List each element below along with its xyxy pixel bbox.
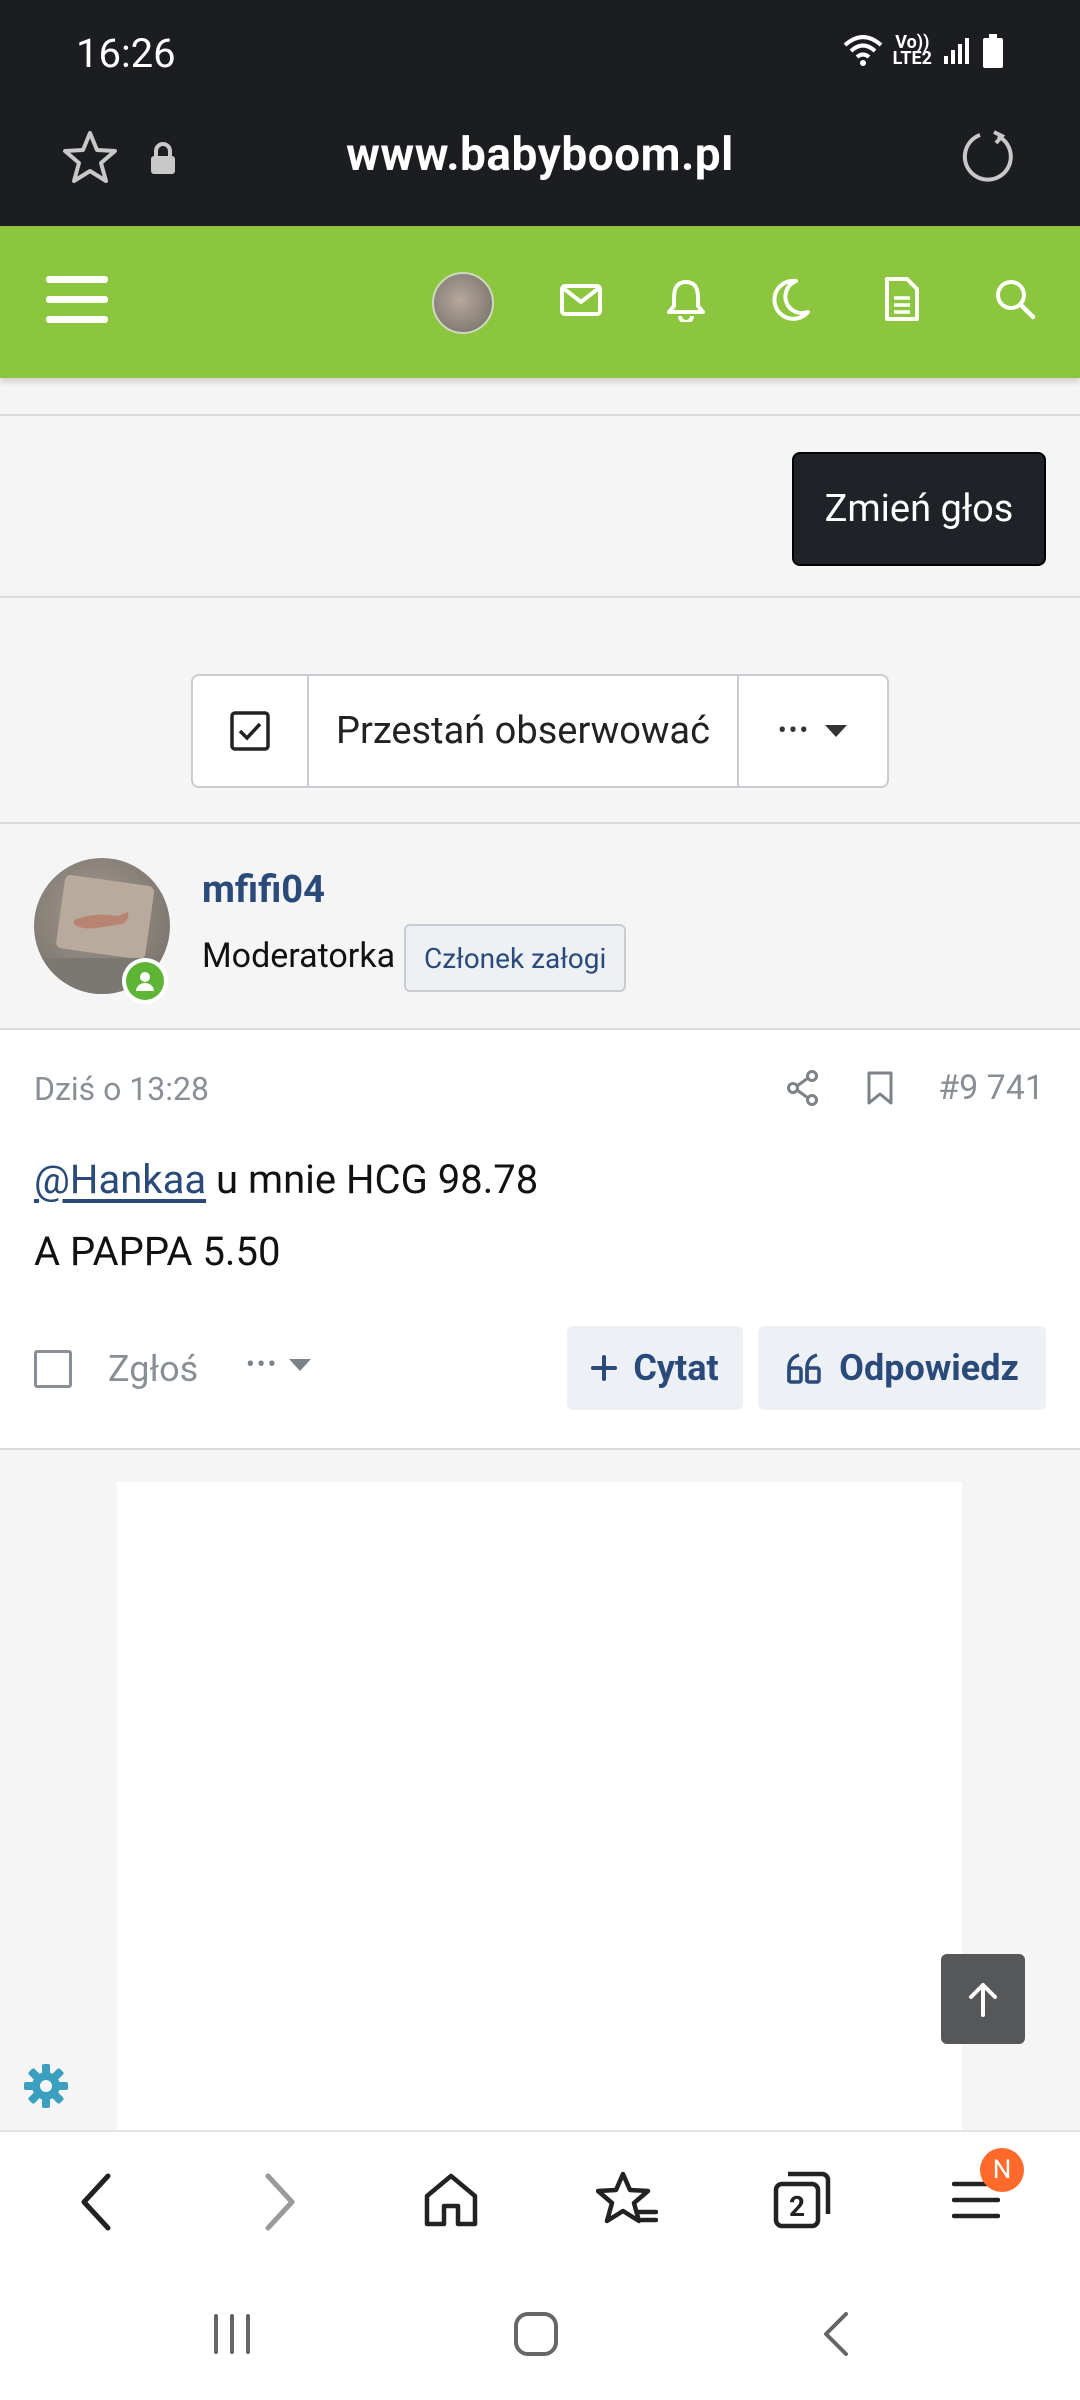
- staff-badge: Członek załogi: [404, 924, 627, 992]
- back-arrow-icon[interactable]: [78, 2172, 114, 2232]
- signal-icon: [944, 38, 969, 64]
- network-type: Vo)) LTE2: [892, 32, 932, 69]
- reload-icon[interactable]: [960, 128, 1018, 186]
- recent-apps-icon[interactable]: [210, 2312, 254, 2356]
- author-username[interactable]: mfifi04: [202, 868, 325, 912]
- follow-toggle[interactable]: [193, 676, 309, 786]
- status-icons: Vo)) LTE2: [843, 34, 1004, 68]
- bookmarks-star-icon[interactable]: [596, 2170, 658, 2230]
- quote-label: Cytat: [633, 1347, 719, 1389]
- browser-bottom-toolbar: 2: [0, 2130, 1080, 2400]
- menu-icon[interactable]: [46, 274, 108, 326]
- mail-icon[interactable]: [560, 284, 602, 316]
- home-icon[interactable]: [422, 2172, 480, 2228]
- bell-icon[interactable]: [666, 278, 706, 322]
- share-icon[interactable]: [786, 1070, 820, 1106]
- bookmark-icon[interactable]: [866, 1070, 894, 1106]
- system-back-icon[interactable]: [820, 2310, 852, 2358]
- moon-icon[interactable]: [770, 278, 810, 322]
- unfollow-button[interactable]: Przestań obserwować: [309, 676, 739, 786]
- document-icon[interactable]: [884, 276, 920, 322]
- online-status-badge: [122, 958, 168, 1004]
- report-link[interactable]: Zgłoś: [108, 1348, 198, 1390]
- post-author-bar: mfifi04 Moderatorka Członek załogi: [0, 822, 1080, 1030]
- more-dots: •••: [777, 716, 811, 746]
- post-body-line-2: A PAPPA 5.50: [34, 1228, 281, 1275]
- poll-section: Zmień głos: [0, 414, 1080, 598]
- post-more-button[interactable]: •••: [246, 1350, 312, 1380]
- post-body-line-1: @Hankaa u mnie HCG 98.78: [34, 1156, 538, 1203]
- arrow-up-icon: [969, 1983, 997, 2017]
- post-body-text-1: u mnie HCG 98.78: [206, 1156, 539, 1203]
- tabs-count: 2: [788, 2189, 806, 2223]
- plus-icon: [591, 1355, 618, 1381]
- header-avatar[interactable]: [432, 272, 494, 334]
- status-time: 16:26: [76, 30, 176, 77]
- change-vote-button[interactable]: Zmień głos: [792, 452, 1046, 566]
- reply-label: Odpowiedz: [839, 1347, 1019, 1389]
- more-dots: •••: [246, 1350, 279, 1380]
- forward-arrow-icon[interactable]: [262, 2172, 298, 2232]
- tabs-button[interactable]: 2: [772, 2168, 834, 2230]
- reply-button[interactable]: Odpowiedz: [758, 1326, 1046, 1410]
- caret-down-icon: [289, 1359, 312, 1371]
- quote-marks-icon: [787, 1353, 821, 1384]
- follow-button-group: Przestań obserwować •••: [191, 674, 889, 788]
- post-number[interactable]: #9 741: [938, 1068, 1044, 1108]
- wifi-icon: [843, 35, 882, 66]
- user-mention-link[interactable]: @Hankaa: [34, 1156, 206, 1203]
- user-online-icon: [136, 972, 154, 991]
- menu-notification-badge: N: [980, 2148, 1024, 2192]
- checkbox-checked-icon: [230, 711, 270, 751]
- ad-placeholder: [117, 1482, 962, 2132]
- select-post-checkbox[interactable]: [34, 1350, 72, 1388]
- battery-icon: [983, 34, 1003, 68]
- home-button-icon[interactable]: [512, 2310, 560, 2358]
- post-date[interactable]: Dziś o 13:28: [34, 1070, 209, 1108]
- quote-button[interactable]: Cytat: [567, 1326, 743, 1410]
- author-role: Moderatorka: [202, 936, 396, 976]
- search-icon[interactable]: [994, 278, 1036, 320]
- caret-down-icon: [825, 725, 848, 737]
- follow-more-button[interactable]: •••: [739, 676, 887, 786]
- address-bar-url[interactable]: www.babyboom.pl: [0, 128, 1080, 182]
- settings-gear-icon[interactable]: [22, 2062, 70, 2110]
- scroll-to-top-button[interactable]: [941, 1954, 1025, 2044]
- post: Dziś o 13:28 #9 741 @Hankaa u mnie HCG 9…: [0, 1030, 1080, 1450]
